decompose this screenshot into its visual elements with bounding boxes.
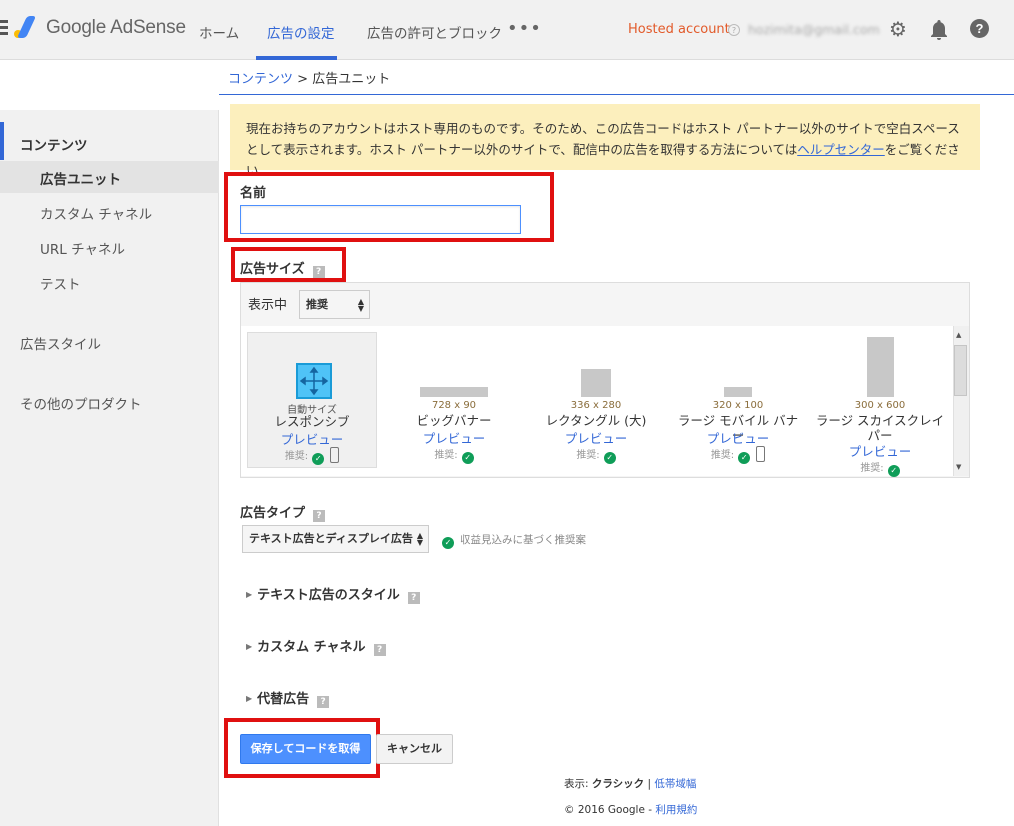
check-icon: ✓ xyxy=(312,453,325,465)
gear-icon[interactable]: ⚙ xyxy=(889,19,909,39)
mobile-icon xyxy=(330,447,340,463)
cancel-button[interactable]: キャンセル xyxy=(376,734,453,764)
sidebar-item-url-channels[interactable]: URL チャネル xyxy=(40,238,125,258)
responsive-arrows-icon xyxy=(296,363,332,399)
ad-type-help-icon[interactable]: ? xyxy=(313,510,326,522)
adsense-logo-icon xyxy=(14,16,40,40)
footer-copyright: © 2016 Google - 利用規約 xyxy=(564,804,698,816)
ad-size-label: 広告サイズ? xyxy=(240,258,325,278)
size-shape xyxy=(724,387,752,397)
showing-label: 表示中 xyxy=(248,298,288,313)
custom-channel-toggle[interactable]: ▶ カスタム チャネル? xyxy=(246,636,386,656)
sidebar-item-other-products[interactable]: その他のプロダクト xyxy=(20,393,142,413)
sidebar-item-test[interactable]: テスト xyxy=(40,273,81,293)
more-menu-icon[interactable]: ••• xyxy=(507,18,542,39)
mobile-icon xyxy=(756,446,766,462)
ad-type-select[interactable]: テキスト広告とディスプレイ広告 ▲ ▼ xyxy=(242,525,429,553)
bell-icon[interactable] xyxy=(929,19,949,41)
ad-size-card-leaderboard[interactable]: 728 x 90 ビッグバナー プレビュー 推奨: ✓ xyxy=(389,332,519,468)
text-ad-style-toggle[interactable]: ▶ テキスト広告のスタイル? xyxy=(246,584,420,604)
sidebar-item-ad-units[interactable]: 広告ユニット xyxy=(40,168,121,188)
sidebar-active-indicator xyxy=(0,122,4,160)
expand-triangle-icon: ▶ xyxy=(246,694,253,703)
recommended-row: 推奨: ✓ xyxy=(531,446,661,464)
name-label: 名前 xyxy=(240,186,267,201)
check-icon: ✓ xyxy=(461,452,474,464)
preview-link[interactable]: プレビュー xyxy=(531,428,661,447)
ad-size-scroll-thumb[interactable] xyxy=(954,345,967,396)
save-and-get-code-button[interactable]: 保存してコードを取得 xyxy=(240,734,371,764)
recommended-row: 推奨: ✓ xyxy=(673,446,803,464)
hosted-account-label: Hosted account xyxy=(628,22,730,37)
logo-text: Google AdSense xyxy=(46,17,186,38)
size-title: レスポンシブ xyxy=(274,414,350,429)
check-icon: ✓ xyxy=(738,452,751,464)
expand-triangle-icon: ▶ xyxy=(246,642,253,651)
help-icon[interactable]: ? xyxy=(970,19,989,38)
footer-display-mode: 表示: クラシック | 低帯域幅 xyxy=(564,778,697,790)
alt-ads-help-icon: ? xyxy=(317,696,330,708)
breadcrumb-divider xyxy=(219,94,1014,95)
classic-mode: クラシック xyxy=(591,778,645,790)
name-input[interactable] xyxy=(240,205,521,234)
terms-link[interactable]: 利用規約 xyxy=(655,804,697,816)
nav-active-underline xyxy=(256,56,337,60)
hosted-help-icon[interactable]: ? xyxy=(728,24,740,36)
custom-channel-help-icon: ? xyxy=(373,644,386,656)
sidebar: コンテンツ 広告ユニット カスタム チャネル URL チャネル テスト 広告スタ… xyxy=(0,60,219,826)
alternate-ads-toggle[interactable]: ▶ 代替広告? xyxy=(246,688,330,708)
ad-size-card-skyscraper[interactable]: 300 x 600 ラージ スカイスクレイパー プレビュー 推奨: ✓ xyxy=(815,332,945,477)
size-shape xyxy=(581,369,611,397)
low-bandwidth-link[interactable]: 低帯域幅 xyxy=(654,778,696,790)
sidebar-item-ad-style[interactable]: 広告スタイル xyxy=(20,333,101,353)
check-icon: ✓ xyxy=(603,452,616,464)
scroll-up-icon[interactable]: ▲ xyxy=(956,331,961,339)
preview-link[interactable]: プレビュー xyxy=(389,428,519,447)
ad-type-label: 広告タイプ? xyxy=(240,502,326,522)
recommended-row: 推奨: ✓ xyxy=(815,459,945,477)
ad-size-card-large-rectangle[interactable]: 336 x 280 レクタングル (大) プレビュー 推奨: ✓ xyxy=(531,332,661,468)
size-shape xyxy=(420,387,488,397)
host-account-notice: 現在お持ちのアカウントはホスト専用のものです。そのため、この広告コードはホスト … xyxy=(230,104,980,178)
preview-link[interactable]: プレビュー xyxy=(248,429,376,448)
sidebar-item-custom-channels[interactable]: カスタム チャネル xyxy=(40,203,152,223)
showing-select[interactable]: 推奨 ▲ ▼ xyxy=(299,290,370,319)
account-email[interactable]: hozimita@gmail.com xyxy=(748,22,880,37)
check-icon: ✓ xyxy=(887,465,900,477)
breadcrumb: コンテンツ > 広告ユニット xyxy=(228,72,391,87)
nav-allow-block[interactable]: 広告の許可とブロック xyxy=(367,22,502,42)
recommended-row: 推奨: ✓ xyxy=(389,446,519,464)
ad-size-card-responsive[interactable]: 自動サイズ レスポンシブ プレビュー 推奨: ✓ xyxy=(247,332,377,468)
preview-link[interactable]: プレビュー xyxy=(815,441,945,460)
recommended-row: 推奨: ✓ xyxy=(248,447,376,465)
breadcrumb-current: 広告ユニット xyxy=(312,72,391,87)
nav-home[interactable]: ホーム xyxy=(199,22,239,42)
sidebar-section-contents[interactable]: コンテンツ xyxy=(20,134,88,154)
help-center-link[interactable]: ヘルプセンター xyxy=(797,142,885,157)
expand-triangle-icon: ▶ xyxy=(246,590,253,599)
breadcrumb-link-contents[interactable]: コンテンツ xyxy=(228,72,293,87)
preview-link[interactable]: プレビュー xyxy=(673,428,803,447)
menu-icon[interactable] xyxy=(0,20,8,36)
ad-size-help-icon[interactable]: ? xyxy=(312,266,325,278)
check-icon: ✓ xyxy=(442,537,454,549)
size-shape xyxy=(867,337,894,397)
top-bar: Google AdSense ホーム 広告の設定 広告の許可とブロック ••• … xyxy=(0,0,1014,60)
scroll-down-icon[interactable]: ▼ xyxy=(956,463,961,471)
adsense-logo[interactable]: Google AdSense xyxy=(14,16,186,40)
nav-ad-settings[interactable]: 広告の設定 xyxy=(267,22,335,42)
ad-size-card-large-mobile-banner[interactable]: 320 x 100 ラージ モバイル バナー プレビュー 推奨: ✓ xyxy=(673,332,803,468)
recommendation-note: ✓ 収益見込みに基づく推奨案 xyxy=(442,532,586,549)
text-style-help-icon: ? xyxy=(407,592,420,604)
